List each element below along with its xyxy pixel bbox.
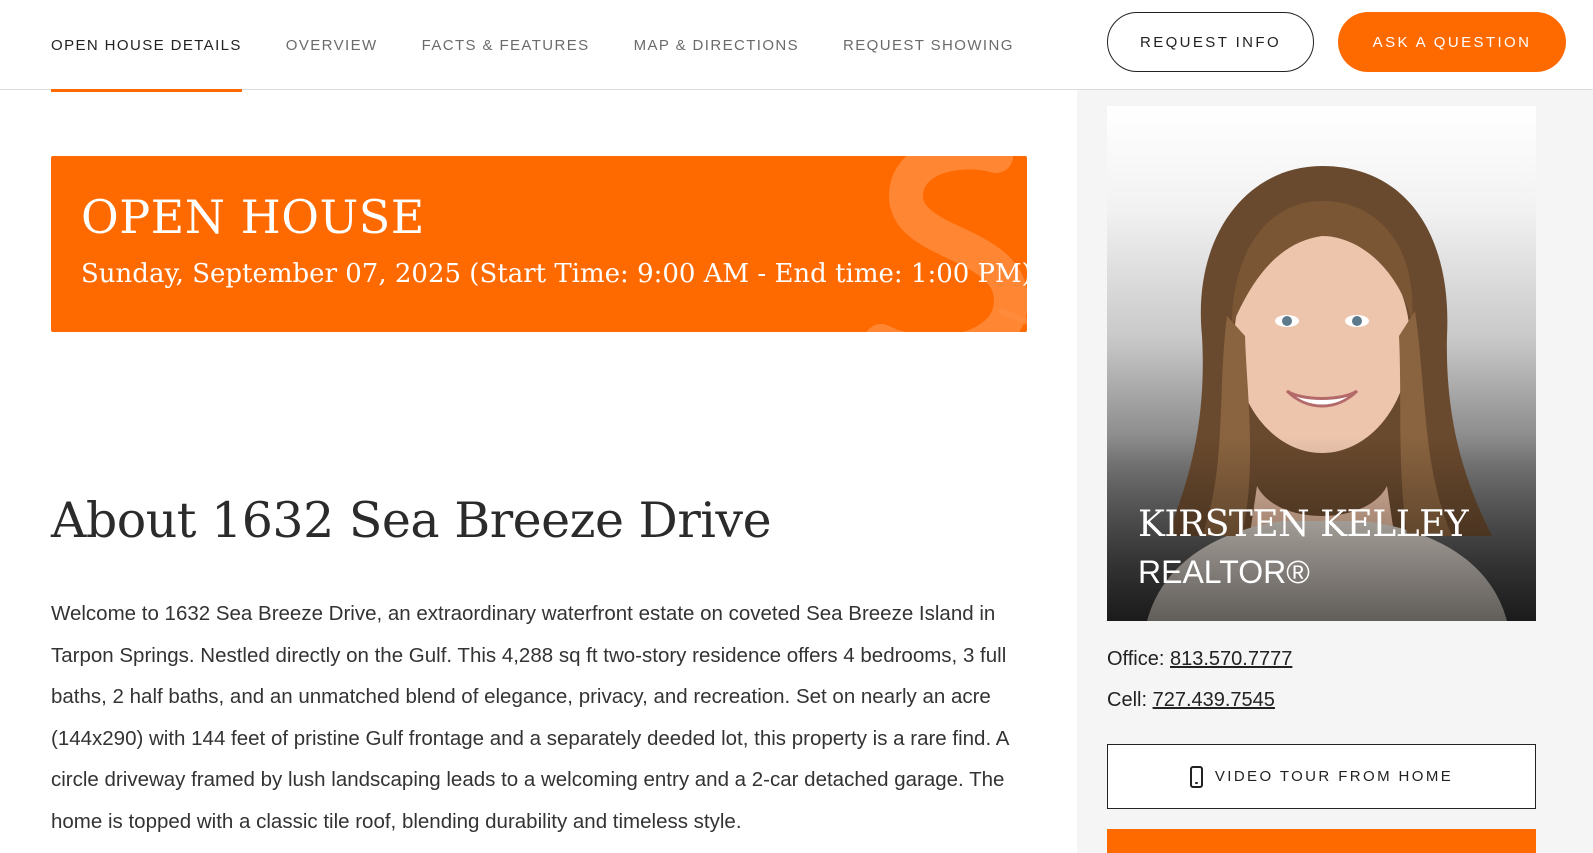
next-action-button[interactable] bbox=[1107, 829, 1536, 853]
agent-sidebar: KIRSTEN KELLEY REALTOR® Office: 813.570.… bbox=[1077, 90, 1593, 853]
open-house-banner: OPEN HOUSE Sunday, September 07, 2025 (S… bbox=[51, 156, 1027, 332]
tab-facts-features[interactable]: FACTS & FEATURES bbox=[422, 0, 590, 90]
section-tabs: OPEN HOUSE DETAILS OVERVIEW FACTS & FEAT… bbox=[51, 0, 1058, 92]
open-house-title: OPEN HOUSE bbox=[81, 190, 425, 244]
office-phone-row: Office: 813.570.7777 bbox=[1107, 648, 1292, 671]
office-phone-link[interactable]: 813.570.7777 bbox=[1170, 648, 1292, 670]
cell-label: Cell: bbox=[1107, 689, 1148, 711]
agent-card: KIRSTEN KELLEY REALTOR® bbox=[1107, 106, 1536, 621]
ask-question-button[interactable]: ASK A QUESTION bbox=[1338, 12, 1566, 72]
cell-phone-link[interactable]: 727.439.7545 bbox=[1153, 689, 1275, 711]
tab-open-house-details[interactable]: OPEN HOUSE DETAILS bbox=[51, 0, 242, 92]
tab-map-directions[interactable]: MAP & DIRECTIONS bbox=[634, 0, 799, 90]
video-tour-label: VIDEO TOUR FROM HOME bbox=[1214, 768, 1454, 785]
mobile-phone-icon bbox=[1189, 765, 1203, 788]
open-house-date: Sunday, September 07, 2025 (Start Time: … bbox=[81, 259, 1027, 289]
about-description: Welcome to 1632 Sea Breeze Drive, an ext… bbox=[51, 602, 1009, 833]
cell-phone-row: Cell: 727.439.7545 bbox=[1107, 689, 1275, 712]
brand-monogram-icon bbox=[866, 156, 1027, 332]
tab-request-showing[interactable]: REQUEST SHOWING bbox=[843, 0, 1014, 90]
video-tour-button[interactable]: VIDEO TOUR FROM HOME bbox=[1107, 744, 1536, 809]
agent-role: REALTOR® bbox=[1138, 554, 1310, 590]
agent-name: KIRSTEN KELLEY bbox=[1138, 504, 1469, 545]
about-heading: About 1632 Sea Breeze Drive bbox=[51, 492, 772, 549]
request-info-button[interactable]: REQUEST INFO bbox=[1107, 12, 1314, 72]
top-nav: OPEN HOUSE DETAILS OVERVIEW FACTS & FEAT… bbox=[0, 0, 1593, 92]
office-label: Office: bbox=[1107, 648, 1165, 670]
tab-overview[interactable]: OVERVIEW bbox=[286, 0, 378, 90]
